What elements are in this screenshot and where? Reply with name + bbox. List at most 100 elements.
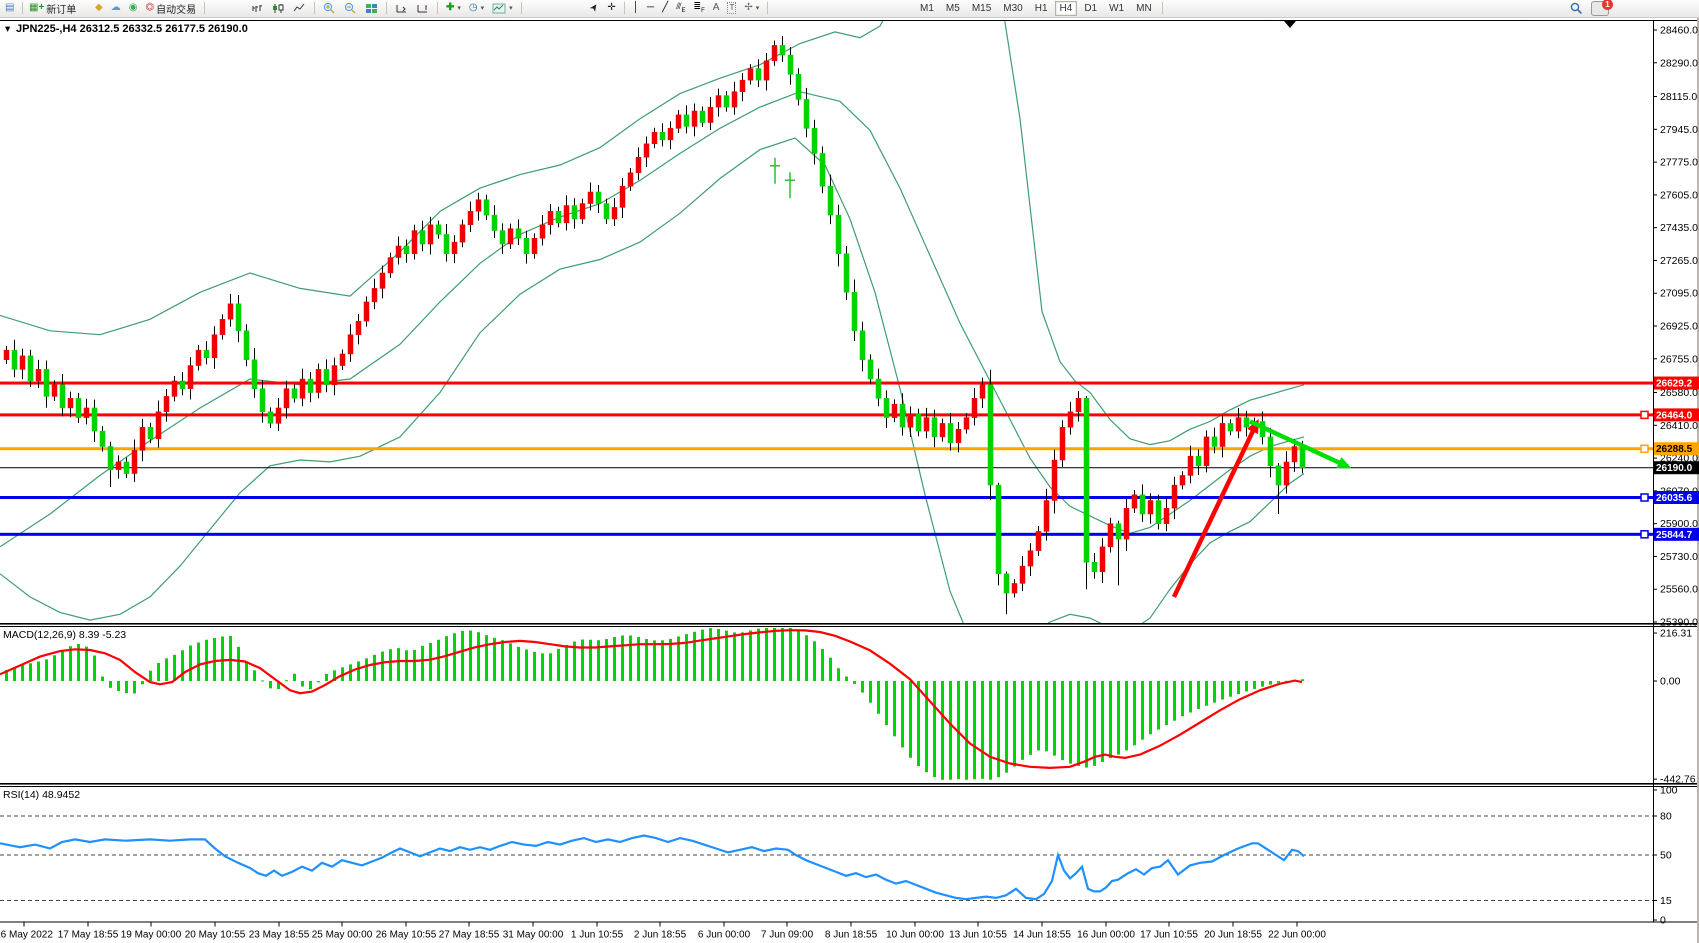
hline-icon[interactable]: ─ <box>644 0 657 16</box>
periods-clock-icon[interactable]: ◷▾ <box>466 0 487 16</box>
candle-body-bull <box>924 418 929 431</box>
text-icon[interactable]: A <box>710 0 723 16</box>
hline-25844.7[interactable] <box>0 533 1653 536</box>
zoom-in-icon[interactable] <box>320 0 339 16</box>
candle-body-bull <box>468 211 473 224</box>
candle-body-bull <box>532 238 537 253</box>
macd-histogram-bar <box>93 656 96 681</box>
candle-body-bear <box>444 234 449 253</box>
timeframe-button-h1[interactable]: H1 <box>1030 1 1053 16</box>
cursor-icon[interactable]: ➤ <box>588 0 602 16</box>
date-label: 14 Jun 18:55 <box>1013 930 1071 941</box>
line-chart-icon[interactable] <box>290 0 309 16</box>
hline-handle[interactable] <box>1641 445 1648 452</box>
notifications-button[interactable]: 1 <box>1588 0 1612 16</box>
candle-body-bull <box>1236 418 1241 431</box>
zoom-out-icon[interactable] <box>341 0 360 16</box>
macd-histogram-bar <box>525 650 528 681</box>
timeframe-button-m30[interactable]: M30 <box>998 1 1027 16</box>
candle-body-bull <box>892 404 897 417</box>
candle-body-bull <box>276 408 281 423</box>
chart-window[interactable]: 28460.028290.028115.027945.027775.027605… <box>0 17 1699 943</box>
candle-body-bear <box>876 379 881 398</box>
candle-body-bear <box>1140 495 1145 514</box>
auto-scroll-icon[interactable] <box>413 0 432 16</box>
macd-histogram-bar <box>933 681 936 777</box>
candle-body-bull <box>964 418 969 430</box>
trendline-icon[interactable]: ╱ <box>659 0 671 16</box>
crosshair-icon[interactable]: ✛ <box>604 0 618 16</box>
templates-icon[interactable]: ▾ <box>489 0 516 16</box>
price-tick-label: 28460.0 <box>1660 25 1698 37</box>
autotrade-button[interactable]: ⏣ 自动交易 <box>142 0 199 16</box>
macd-histogram-bar <box>301 681 304 687</box>
hline-26035.6[interactable] <box>0 496 1653 499</box>
chart-title: JPN225-,H4 26312.5 26332.5 26177.5 26190… <box>16 23 248 35</box>
macd-histogram-bar <box>813 641 816 681</box>
fibonacci-icon[interactable]: ≣F <box>691 0 708 16</box>
separator-macd-rsi[interactable] <box>0 783 1699 785</box>
date-label: 17 May 18:55 <box>58 930 119 941</box>
hline-handle[interactable] <box>1641 494 1648 501</box>
candle-body-bull <box>628 173 633 186</box>
macd-histogram-bar <box>925 681 928 772</box>
macd-tick-label: 216.31 <box>1660 628 1692 640</box>
macd-histogram-bar <box>1197 681 1200 709</box>
search-icon[interactable] <box>1566 0 1586 16</box>
date-label: 20 May 10:55 <box>185 930 246 941</box>
hline-26464[interactable] <box>0 413 1653 416</box>
timeframe-button-m1[interactable]: M1 <box>915 1 939 16</box>
hline-handle[interactable] <box>1641 411 1648 418</box>
date-label: 16 Jun 00:00 <box>1077 930 1135 941</box>
channel-icon[interactable]: ⫻E <box>673 0 688 16</box>
signal-icon[interactable]: ◉ <box>126 0 141 16</box>
vline-icon[interactable]: │ <box>630 0 642 16</box>
arrows-icon[interactable]: ✢▾ <box>741 0 762 16</box>
candle-body-bear <box>252 360 257 389</box>
rsi-tick-label: 80 <box>1660 811 1672 823</box>
candle-body-bull <box>428 225 433 244</box>
tile-windows-icon[interactable] <box>362 0 381 16</box>
candle-body-bear <box>500 231 505 244</box>
macd-histogram-bar <box>109 681 112 688</box>
macd-histogram-bar <box>989 681 992 780</box>
candle-body-bear <box>1228 423 1233 431</box>
macd-histogram-bar <box>445 636 448 681</box>
bar-chart-icon[interactable] <box>248 0 267 16</box>
chart-shift-icon[interactable] <box>392 0 411 16</box>
timeframe-button-w1[interactable]: W1 <box>1104 1 1129 16</box>
cloud-icon[interactable]: ☁ <box>108 0 124 16</box>
indicators-add-icon[interactable]: ✚▾ <box>443 0 464 16</box>
candle-body-bear <box>932 418 937 437</box>
toolbar-group-charttypes: ✚▾ ◷▾ ▾ <box>248 0 525 16</box>
new-order-button[interactable]: ▦+ 新订单 <box>26 0 79 16</box>
date-label: 20 Jun 18:55 <box>1204 930 1262 941</box>
market-watch-icon[interactable]: ▤ <box>2 0 17 16</box>
timeframe-button-d1[interactable]: D1 <box>1079 1 1102 16</box>
candle-body-bull <box>708 107 713 122</box>
timeframe-button-h4[interactable]: H4 <box>1055 1 1078 16</box>
macd-histogram-bar <box>877 681 880 714</box>
date-label: 8 Jun 18:55 <box>825 930 878 941</box>
date-label: 27 May 18:55 <box>439 930 500 941</box>
separator-main-macd[interactable] <box>0 623 1699 625</box>
candle-body-bull <box>20 356 25 369</box>
timeframe-button-m15[interactable]: M15 <box>967 1 996 16</box>
candle-body-bull <box>1148 501 1153 514</box>
hline-handle[interactable] <box>1641 531 1648 538</box>
timeframe-button-m5[interactable]: M5 <box>941 1 965 16</box>
price-tick-label: 25560.0 <box>1660 584 1698 596</box>
candle-body-bull <box>356 321 361 334</box>
chart-canvas[interactable]: 28460.028290.028115.027945.027775.027605… <box>0 17 1699 943</box>
timeframe-group: M1M5M15M30H1H4D1W1MN <box>915 0 1166 16</box>
candle-body-bull <box>644 144 649 157</box>
text-label-icon[interactable]: T <box>724 0 739 16</box>
macd-histogram-bar <box>1149 681 1152 734</box>
candle-body-bull <box>220 319 225 334</box>
timeframe-button-mn[interactable]: MN <box>1131 1 1157 16</box>
hline-26288.5[interactable] <box>0 447 1653 450</box>
broom-icon[interactable]: ◆ <box>92 0 106 16</box>
candle-chart-icon[interactable] <box>269 0 288 16</box>
hline-26629.2[interactable] <box>0 382 1653 385</box>
candle-body-bear <box>516 229 521 239</box>
